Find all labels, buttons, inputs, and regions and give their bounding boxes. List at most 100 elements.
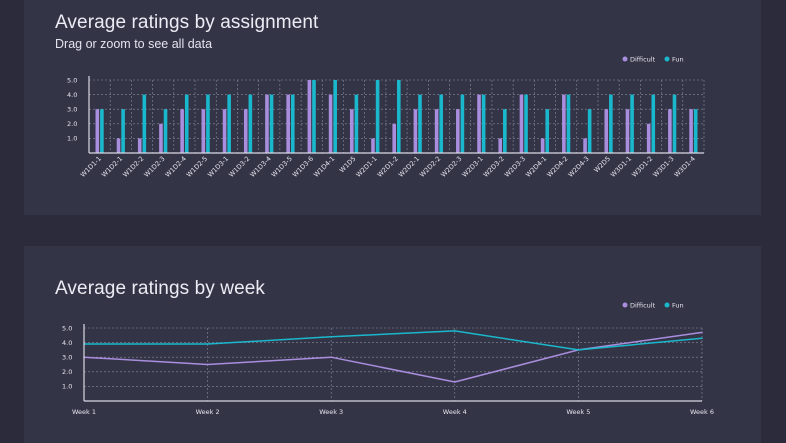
bar-fun [481, 94, 486, 153]
data-point-difficult [330, 356, 333, 358]
bar-difficult [498, 138, 503, 153]
x-tick-label: W3D1-2 [630, 155, 654, 179]
data-point-fun [701, 337, 703, 340]
x-tick-label: W2D2-2 [418, 155, 442, 179]
bar-difficult [159, 123, 163, 153]
legend-label-difficult: Difficult [630, 301, 656, 309]
y-tick-label: 1.0 [67, 135, 77, 143]
x-tick-label: W1D3-6 [291, 155, 315, 179]
bar-fun [566, 94, 571, 153]
legend-label-fun: Fun [672, 301, 684, 309]
x-tick-label: Week 3 [319, 408, 343, 416]
bar-difficult [646, 123, 651, 153]
bar-fun [269, 94, 274, 153]
x-tick-label: W2D2-3 [439, 155, 463, 179]
bar-fun [587, 109, 592, 153]
week-chart-panel: Average ratings by week Difficult Fun 1.0 2… [24, 246, 761, 443]
x-tick-label: W2D5 [592, 155, 612, 175]
x-tick-label: W2D4-1 [524, 155, 548, 179]
bar-fun [333, 80, 337, 153]
bar-fun [397, 80, 401, 153]
x-tick-label: W1D3-5 [270, 155, 294, 179]
x-tick-label: W2D4-3 [567, 155, 591, 179]
bar-fun [609, 94, 613, 153]
bar-fun [290, 94, 295, 153]
y-tick-label: 4.0 [67, 91, 77, 99]
bar-difficult [689, 109, 693, 153]
bar-difficult [413, 109, 418, 153]
bar-difficult [562, 94, 566, 153]
bar-fun [142, 94, 147, 153]
bar-fun [354, 94, 359, 153]
bar-difficult [519, 94, 524, 153]
x-tick-label: W2D3-1 [461, 155, 485, 179]
bar-difficult [286, 94, 290, 153]
bar-difficult [477, 94, 481, 153]
x-tick-label: W2D4-2 [545, 155, 569, 179]
legend-swatch-fun [664, 56, 670, 62]
bar-fun [227, 94, 231, 153]
bar-fun [418, 94, 422, 153]
x-tick-label: W1D1-1 [79, 155, 103, 179]
x-tick-label: W1D4-1 [312, 155, 336, 179]
x-tick-label: W3D1-3 [651, 155, 675, 179]
bar-difficult [604, 109, 609, 153]
data-point-difficult [454, 381, 456, 383]
legend-swatch-fun [664, 302, 670, 308]
x-tick-label: W1D3-2 [227, 155, 251, 179]
data-point-fun [577, 349, 580, 351]
bar-difficult [95, 109, 100, 153]
x-tick-label: W1D3-1 [206, 155, 230, 179]
week-line-chart[interactable]: Difficult Fun 1.0 2.0 3.0 4.0 5.0 Week 1 Week 2 W… [24, 246, 761, 443]
y-tick-label: 3.0 [67, 106, 77, 114]
x-tick-label: W1D3-4 [248, 155, 272, 179]
assignment-chart-panel: Average ratings by assignment Drag or zo… [24, 0, 761, 215]
bar-difficult [392, 123, 396, 153]
bar-difficult [434, 109, 439, 153]
y-tick-label: 4.0 [62, 339, 72, 347]
bar-fun [630, 94, 634, 153]
x-tick-label: Week 5 [566, 408, 590, 416]
legend-label-fun: Fun [672, 55, 684, 63]
bar-difficult [583, 138, 587, 153]
bar-difficult [668, 109, 672, 153]
bar-fun [439, 94, 444, 153]
bar-difficult [371, 138, 375, 153]
bar-difficult [180, 109, 184, 153]
x-tick-label: W1D5 [338, 155, 358, 175]
bar-fun [184, 94, 189, 153]
bar-difficult [265, 94, 269, 153]
bar-difficult [222, 109, 227, 153]
bar-fun [524, 94, 528, 153]
bar-fun [248, 94, 253, 153]
bar-fun [163, 109, 168, 153]
bar-difficult [116, 138, 121, 153]
data-point-fun [206, 343, 209, 345]
bar-fun [545, 109, 550, 153]
bar-difficult [349, 109, 354, 153]
x-tick-label: Week 6 [690, 408, 714, 416]
x-tick-label: W3D1-1 [609, 155, 633, 179]
y-tick-label: 5.0 [67, 76, 77, 84]
y-tick-label: 5.0 [62, 324, 72, 332]
data-point-fun [330, 335, 333, 338]
bar-difficult [201, 109, 206, 153]
series-line-fun [84, 330, 703, 351]
data-point-difficult [701, 331, 703, 334]
x-tick-label: W2D1-2 [376, 155, 400, 179]
x-tick-label: Week 2 [196, 408, 220, 416]
y-tick-label: 2.0 [62, 368, 72, 376]
x-tick-label: W1D2-5 [185, 155, 209, 179]
assignment-bar-chart[interactable]: Difficult Fun1.02.03.04.05.0W1D1-1W1D2-1W… [24, 0, 761, 215]
bar-fun [460, 94, 465, 153]
legend-swatch-difficult [622, 56, 628, 62]
bar-difficult [307, 80, 312, 153]
bar-difficult [540, 138, 545, 153]
x-tick-label: W2D2-1 [397, 155, 421, 179]
x-tick-label: W3D1-4 [673, 155, 697, 179]
legend-label-difficult: Difficult [630, 55, 656, 63]
bar-fun [693, 109, 698, 153]
x-tick-label: Week 1 [72, 408, 96, 416]
data-point-difficult [206, 363, 209, 366]
bar-fun [503, 109, 507, 153]
